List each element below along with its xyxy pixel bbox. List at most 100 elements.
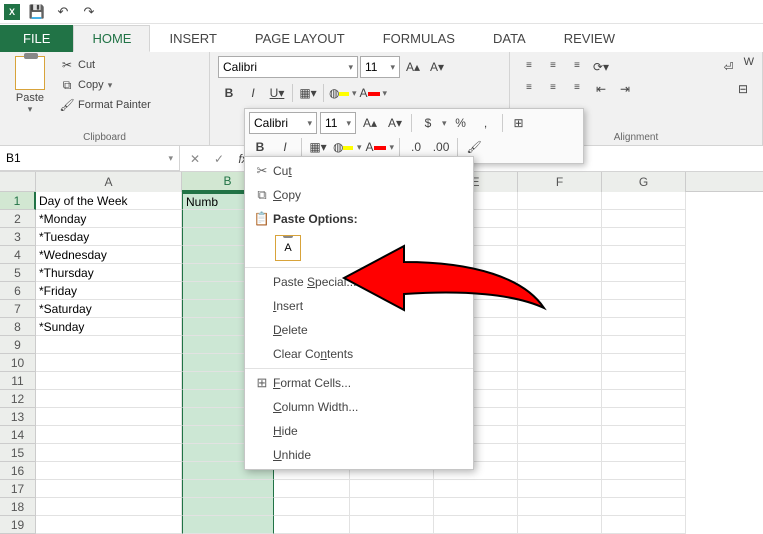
- row-header-17[interactable]: 17: [0, 480, 36, 498]
- cell-A4[interactable]: *Wednesday: [36, 246, 182, 264]
- mini-bold-button[interactable]: B: [249, 136, 271, 158]
- paste-button[interactable]: Paste ▾: [8, 56, 52, 115]
- cell-A7[interactable]: *Saturday: [36, 300, 182, 318]
- cell-A2[interactable]: *Monday: [36, 210, 182, 228]
- mini-font-color-button[interactable]: A: [365, 136, 387, 158]
- cell-G9[interactable]: [602, 336, 686, 354]
- cell-F8[interactable]: [518, 318, 602, 336]
- copy-button[interactable]: ⧉ Copy ▾: [60, 76, 151, 94]
- cell-F19[interactable]: [518, 516, 602, 534]
- decrease-indent-button[interactable]: ⇤: [590, 78, 612, 100]
- cell-D19[interactable]: [350, 516, 434, 534]
- column-header-F[interactable]: F: [518, 172, 602, 192]
- cell-A5[interactable]: *Thursday: [36, 264, 182, 282]
- cell-F3[interactable]: [518, 228, 602, 246]
- cell-G6[interactable]: [602, 282, 686, 300]
- tab-review[interactable]: REVIEW: [545, 25, 634, 52]
- cell-F15[interactable]: [518, 444, 602, 462]
- cell-F4[interactable]: [518, 246, 602, 264]
- bold-button[interactable]: B: [218, 82, 240, 104]
- row-header-5[interactable]: 5: [0, 264, 36, 282]
- font-size-combo[interactable]: 11: [360, 56, 400, 78]
- cell-A8[interactable]: *Sunday: [36, 318, 182, 336]
- cell-G15[interactable]: [602, 444, 686, 462]
- row-header-2[interactable]: 2: [0, 210, 36, 228]
- cell-D18[interactable]: [350, 498, 434, 516]
- cell-A18[interactable]: [36, 498, 182, 516]
- cell-F6[interactable]: [518, 282, 602, 300]
- row-header-8[interactable]: 8: [0, 318, 36, 336]
- cm-column-width[interactable]: Column Width...: [245, 395, 473, 419]
- cell-C19[interactable]: [274, 516, 350, 534]
- align-bottom-button[interactable]: ≡: [566, 56, 588, 78]
- tab-formulas[interactable]: FORMULAS: [364, 25, 474, 52]
- row-header-10[interactable]: 10: [0, 354, 36, 372]
- wrap-text-button[interactable]: ⏎: [718, 56, 740, 78]
- column-header-A[interactable]: A: [36, 172, 182, 192]
- row-header-4[interactable]: 4: [0, 246, 36, 264]
- cm-cut[interactable]: ✂ Cut: [245, 159, 473, 183]
- cell-A14[interactable]: [36, 426, 182, 444]
- cm-delete[interactable]: Delete: [245, 318, 473, 342]
- cell-A16[interactable]: [36, 462, 182, 480]
- mini-format-painter-button[interactable]: 🖌: [463, 136, 485, 158]
- row-header-1[interactable]: 1: [0, 192, 36, 210]
- italic-button[interactable]: I: [242, 82, 264, 104]
- align-right-button[interactable]: ≡: [566, 78, 588, 100]
- cell-G1[interactable]: [602, 192, 686, 210]
- row-header-16[interactable]: 16: [0, 462, 36, 480]
- cell-F10[interactable]: [518, 354, 602, 372]
- cut-button[interactable]: ✂ Cut: [60, 56, 151, 74]
- mini-table-format-button[interactable]: ⊞: [508, 112, 530, 134]
- format-painter-button[interactable]: 🖌 Format Painter: [60, 96, 151, 114]
- cm-copy[interactable]: ⧉ Copy: [245, 183, 473, 207]
- mini-inc-decimal-button[interactable]: .00: [430, 136, 452, 158]
- align-middle-button[interactable]: ≡: [542, 56, 564, 78]
- increase-indent-button[interactable]: ⇥: [614, 78, 636, 100]
- row-header-6[interactable]: 6: [0, 282, 36, 300]
- cell-E18[interactable]: [434, 498, 518, 516]
- cancel-input-button[interactable]: ✕: [186, 150, 204, 168]
- cell-A1[interactable]: Day of the Week: [36, 192, 182, 210]
- cell-G8[interactable]: [602, 318, 686, 336]
- cell-B18[interactable]: [182, 498, 274, 516]
- mini-percent-button[interactable]: %: [450, 112, 472, 134]
- mini-borders-button[interactable]: ▦▾: [307, 136, 329, 158]
- cell-G2[interactable]: [602, 210, 686, 228]
- cm-paste-special[interactable]: Paste Special...: [245, 270, 473, 294]
- row-header-15[interactable]: 15: [0, 444, 36, 462]
- cell-A3[interactable]: *Tuesday: [36, 228, 182, 246]
- mini-dec-decimal-button[interactable]: .0: [405, 136, 427, 158]
- cell-F13[interactable]: [518, 408, 602, 426]
- cell-G3[interactable]: [602, 228, 686, 246]
- cell-F1[interactable]: [518, 192, 602, 210]
- font-color-button[interactable]: A: [359, 82, 381, 104]
- mini-italic-button[interactable]: I: [274, 136, 296, 158]
- cell-G11[interactable]: [602, 372, 686, 390]
- cell-F9[interactable]: [518, 336, 602, 354]
- align-left-button[interactable]: ≡: [518, 78, 540, 100]
- mini-fill-button[interactable]: ◍: [332, 136, 354, 158]
- align-top-button[interactable]: ≡: [518, 56, 540, 78]
- mini-currency-button[interactable]: $: [417, 112, 439, 134]
- cell-G13[interactable]: [602, 408, 686, 426]
- cell-A11[interactable]: [36, 372, 182, 390]
- borders-button[interactable]: ▦▾: [297, 82, 319, 104]
- cell-A9[interactable]: [36, 336, 182, 354]
- merge-button[interactable]: ⊟: [732, 78, 754, 100]
- cell-B19[interactable]: [182, 516, 274, 534]
- select-all-button[interactable]: [0, 172, 36, 192]
- cell-A10[interactable]: [36, 354, 182, 372]
- row-header-9[interactable]: 9: [0, 336, 36, 354]
- cell-F11[interactable]: [518, 372, 602, 390]
- orientation-button[interactable]: ⟳▾: [590, 56, 612, 78]
- cell-A17[interactable]: [36, 480, 182, 498]
- cell-G12[interactable]: [602, 390, 686, 408]
- font-name-combo[interactable]: Calibri: [218, 56, 358, 78]
- cm-clear-contents[interactable]: Clear Contents: [245, 342, 473, 366]
- tab-file[interactable]: FILE: [0, 25, 73, 52]
- row-header-7[interactable]: 7: [0, 300, 36, 318]
- cell-A6[interactable]: *Friday: [36, 282, 182, 300]
- cell-F5[interactable]: [518, 264, 602, 282]
- row-header-18[interactable]: 18: [0, 498, 36, 516]
